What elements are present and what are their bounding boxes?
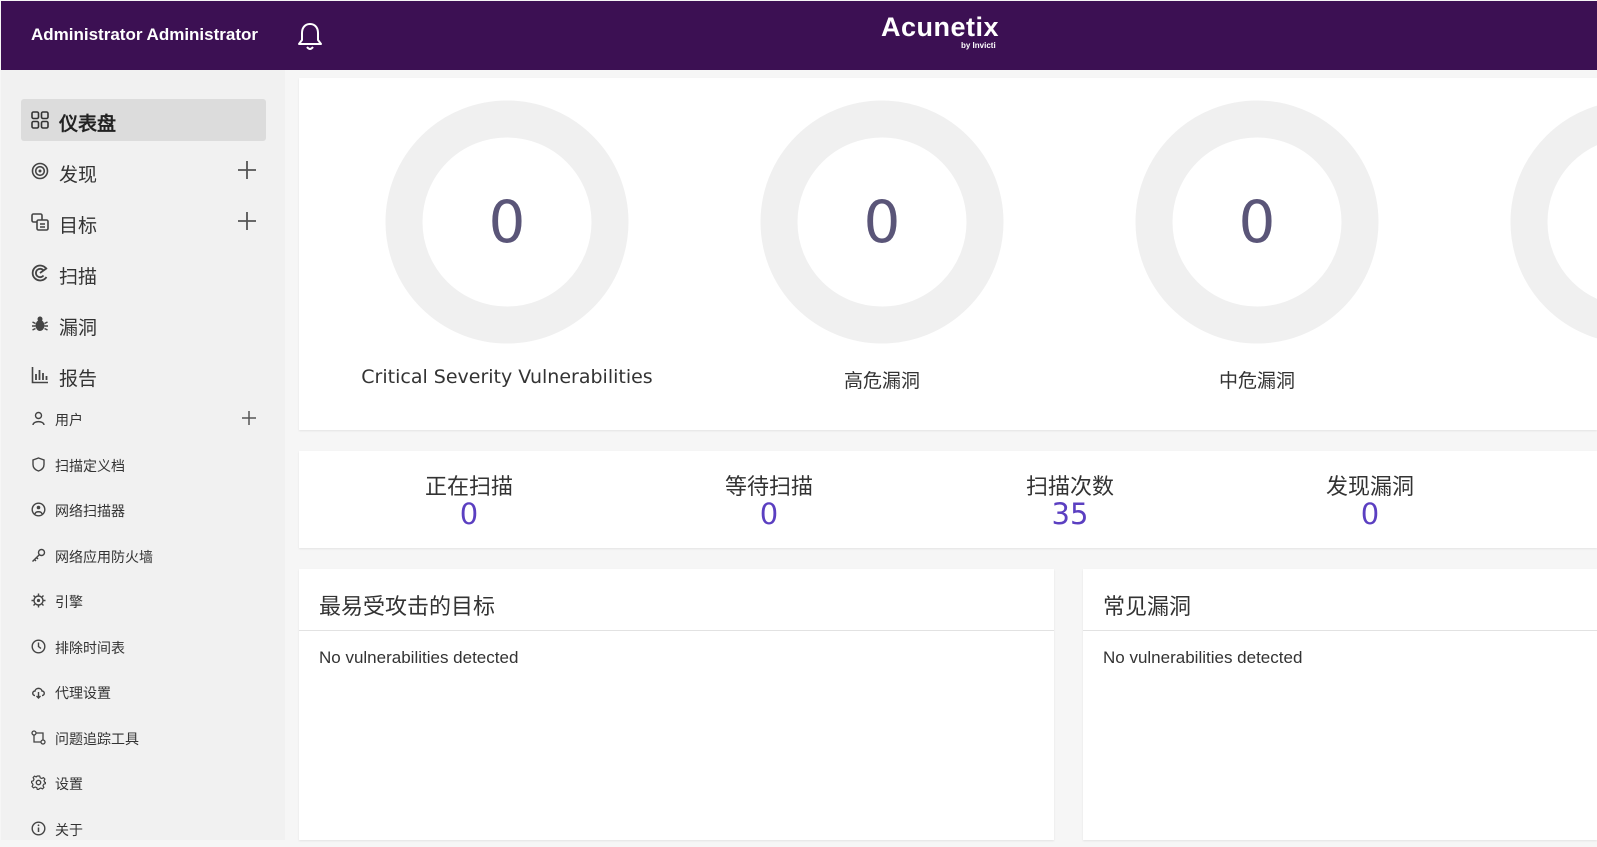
scan-stats-card: 正在扫描 0 等待扫描 0 扫描次数 35 发现漏洞 0 xyxy=(299,451,1597,548)
medium-severity-donut[interactable]: 0 xyxy=(1135,100,1379,344)
sidebar-item-label: 引擎 xyxy=(55,595,83,611)
sidebar-item-settings[interactable]: 设置 xyxy=(21,765,266,801)
critical-severity-label: Critical Severity Vulnerabilities xyxy=(361,366,653,388)
engine-gear-icon xyxy=(31,593,46,608)
sidebar-item-issue-trackers[interactable]: 问题追踪工具 xyxy=(21,720,266,756)
high-severity-label: 高危漏洞 xyxy=(843,370,920,392)
sidebar-item-label: 发现 xyxy=(59,164,98,186)
high-count: 0 xyxy=(863,188,901,256)
found-vulns-value[interactable]: 0 xyxy=(1270,497,1470,531)
sidebar-item-label: 扫描 xyxy=(59,266,98,288)
panel-empty-message: No vulnerabilities detected xyxy=(1103,648,1303,667)
key-icon xyxy=(31,548,46,563)
sidebar-item-about[interactable]: 关于 xyxy=(21,811,266,847)
shield-icon xyxy=(31,457,46,472)
sidebar-item-engines[interactable]: 引擎 xyxy=(21,583,266,619)
sidebar-item-proxy-settings[interactable]: 代理设置 xyxy=(21,674,266,710)
bug-icon xyxy=(31,315,49,333)
medium-severity-label: 中危漏洞 xyxy=(1218,370,1295,392)
panel-empty-message: No vulnerabilities detected xyxy=(319,648,519,667)
clock-icon xyxy=(31,639,46,654)
sidebar-item-label: 报告 xyxy=(59,368,98,390)
cloud-proxy-icon xyxy=(31,684,46,699)
scanning-now-value[interactable]: 0 xyxy=(369,497,569,531)
common-vulnerabilities-panel: 常见漏洞 No vulnerabilities detected xyxy=(1083,569,1597,840)
network-scanner-icon xyxy=(31,502,46,517)
dashboard-grid-icon xyxy=(31,111,49,129)
sidebar-item-network-scanner[interactable]: 网络扫描器 xyxy=(21,492,266,528)
high-severity-donut[interactable]: 0 xyxy=(760,100,1004,344)
panel-divider xyxy=(299,630,1054,631)
logo-text: Acunetix xyxy=(881,12,1000,42)
sidebar-item-users[interactable]: 用户 xyxy=(21,401,266,437)
most-vulnerable-targets-panel: 最易受攻击的目标 No vulnerabilities detected xyxy=(299,569,1054,840)
target-circle-icon xyxy=(31,162,49,180)
add-discovery-icon[interactable] xyxy=(236,159,258,181)
sidebar: 仪表盘 发现 目标 扫描 漏洞 报告 用户 扫描定义档 网络扫描器 网络应用防火… xyxy=(1,70,285,840)
sidebar-item-scans[interactable]: 扫描 xyxy=(21,252,266,294)
sidebar-item-label: 网络扫描器 xyxy=(55,504,125,520)
sidebar-item-label: 目标 xyxy=(59,215,98,237)
sidebar-item-label: 代理设置 xyxy=(55,686,111,702)
scan-radar-icon xyxy=(31,264,49,282)
scan-count-value[interactable]: 35 xyxy=(970,497,1170,531)
sidebar-item-label: 用户 xyxy=(55,413,83,429)
bar-chart-icon xyxy=(31,366,49,384)
sidebar-item-discovery[interactable]: 发现 xyxy=(21,150,266,192)
sidebar-item-reports[interactable]: 报告 xyxy=(21,354,266,396)
critical-count: 0 xyxy=(488,188,526,256)
panel-divider xyxy=(1083,630,1597,631)
user-icon xyxy=(31,411,46,426)
sidebar-item-label: 关于 xyxy=(55,823,83,839)
low-severity-donut[interactable] xyxy=(1510,100,1597,344)
top-bar: Administrator Administrator Acunetix by … xyxy=(1,1,1597,70)
add-user-icon[interactable] xyxy=(240,409,258,427)
logo-subtext: by Invicti xyxy=(961,41,996,50)
settings-gear-icon xyxy=(30,775,47,791)
sidebar-item-label: 扫描定义档 xyxy=(55,459,125,475)
acunetix-logo[interactable]: Acunetix by Invicti xyxy=(881,12,1001,56)
add-target-icon[interactable] xyxy=(236,210,258,232)
waiting-scans-value[interactable]: 0 xyxy=(669,497,869,531)
sidebar-item-vulnerabilities[interactable]: 漏洞 xyxy=(21,303,266,345)
sidebar-item-label: 网络应用防火墙 xyxy=(55,550,153,566)
info-icon xyxy=(31,821,46,836)
sidebar-item-label: 排除时间表 xyxy=(55,641,125,657)
issue-tracker-icon xyxy=(31,730,46,745)
panel-title: 最易受攻击的目标 xyxy=(319,595,496,620)
sidebar-item-label: 设置 xyxy=(55,777,83,793)
critical-severity-donut[interactable]: 0 xyxy=(385,100,629,344)
targets-icon xyxy=(31,213,49,231)
sidebar-item-excluded-hours[interactable]: 排除时间表 xyxy=(21,629,266,665)
sidebar-item-label: 问题追踪工具 xyxy=(55,732,139,748)
sidebar-item-scan-profiles[interactable]: 扫描定义档 xyxy=(21,447,266,483)
sidebar-item-label: 仪表盘 xyxy=(59,113,117,135)
sidebar-item-waf[interactable]: 网络应用防火墙 xyxy=(21,538,266,574)
medium-count: 0 xyxy=(1238,188,1276,256)
sidebar-item-label: 漏洞 xyxy=(59,317,98,339)
notification-bell-icon[interactable] xyxy=(295,20,325,52)
panel-title: 常见漏洞 xyxy=(1103,595,1192,620)
sidebar-item-dashboard[interactable]: 仪表盘 xyxy=(21,99,266,141)
sidebar-item-targets[interactable]: 目标 xyxy=(21,201,266,243)
severity-summary-card: 0 Critical Severity Vulnerabilities 0 高危… xyxy=(299,78,1597,430)
user-name[interactable]: Administrator Administrator xyxy=(31,25,258,45)
